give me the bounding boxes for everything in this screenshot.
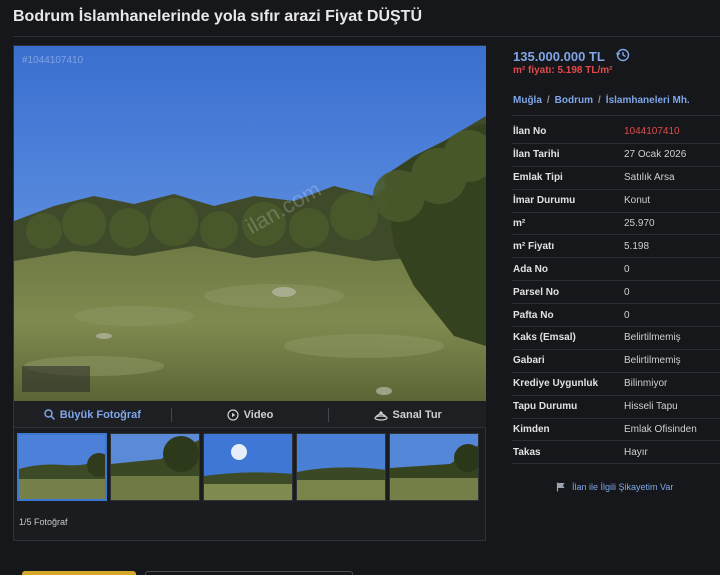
thumbnail-4[interactable] bbox=[296, 433, 386, 501]
thumbnail-1[interactable] bbox=[17, 433, 107, 501]
detail-row-parcel-no: Parsel No 0 bbox=[512, 281, 720, 305]
detail-row-block-no: Ada No 0 bbox=[512, 258, 720, 282]
360-tour-icon bbox=[373, 410, 388, 421]
virtual-tour-button[interactable]: Sanal Tur bbox=[329, 402, 486, 427]
breadcrumb-district[interactable]: Bodrum bbox=[555, 95, 593, 106]
video-button[interactable]: Video bbox=[172, 402, 329, 427]
photo-id-watermark: #1044107410 bbox=[22, 55, 84, 66]
large-photo-button[interactable]: Büyük Fotoğraf bbox=[14, 402, 171, 427]
bottom-tab[interactable] bbox=[145, 571, 353, 575]
detail-row-price-per-m2: m² Fiyatı 5.198 bbox=[512, 235, 720, 259]
unit-price: m² fiyatı: 5.198 TL/m² bbox=[513, 65, 613, 76]
breadcrumb-neighborhood[interactable]: İslamhaneleri Mh. bbox=[606, 95, 690, 106]
detail-row-title-deed: Tapu Durumu Hisseli Tapu bbox=[512, 396, 720, 419]
play-circle-icon bbox=[227, 408, 239, 421]
photo-gallery: ilan.com #1044107410 Büyük Fotoğraf Vide… bbox=[13, 45, 486, 541]
thumbnail-3[interactable] bbox=[203, 433, 293, 501]
listing-title: Bodrum İslamhanelerinde yola sıfır arazi… bbox=[13, 8, 422, 25]
detail-row-sheet-no: Pafta No 0 bbox=[512, 304, 720, 328]
magnifier-icon bbox=[43, 409, 55, 420]
detail-row-area: m² 25.970 bbox=[512, 213, 720, 236]
detail-row-height-limit: Gabari Belirtilmemiş bbox=[512, 350, 720, 373]
detail-row-swap: Takas Hayır bbox=[512, 441, 720, 465]
large-photo-label: Büyük Fotoğraf bbox=[59, 408, 141, 421]
report-listing-link[interactable]: İlan ile İlgili Şikayetim Var bbox=[556, 482, 673, 492]
breadcrumb-city[interactable]: Muğla bbox=[513, 95, 542, 106]
location-breadcrumb: Muğla / Bodrum / İslamhaneleri Mh. bbox=[513, 95, 690, 106]
virtual-tour-label: Sanal Tur bbox=[392, 408, 442, 421]
thumbnail-2[interactable] bbox=[110, 433, 200, 501]
bottom-tab-active[interactable] bbox=[22, 571, 136, 575]
thumbnail-5[interactable] bbox=[389, 433, 479, 501]
landscape-photo: ilan.com bbox=[14, 46, 486, 401]
detail-row-zoning: İmar Durumu Konut bbox=[512, 190, 720, 213]
video-label: Video bbox=[243, 408, 274, 421]
detail-row-seller: Kimden Emlak Ofisinden bbox=[512, 419, 720, 442]
listing-number: 1044107410 bbox=[624, 126, 680, 138]
report-listing-label: İlan ile İlgili Şikayetim Var bbox=[572, 482, 674, 492]
detail-row-listing-no: İlan No 1044107410 bbox=[512, 121, 720, 144]
detail-row-floor-area-ratio: Kaks (Emsal) Belirtilmemiş bbox=[512, 327, 720, 350]
thumbnail-strip bbox=[17, 433, 479, 501]
detail-row-listing-date: İlan Tarihi 27 Ocak 2026 bbox=[512, 144, 720, 167]
detail-row-credit-eligibility: Krediye Uygunluk Bilinmiyor bbox=[512, 373, 720, 396]
main-photo[interactable]: ilan.com #1044107410 bbox=[14, 46, 486, 401]
listing-details-table: İlan No 1044107410 İlan Tarihi 27 Ocak 202… bbox=[512, 121, 720, 465]
agency-logo-watermark bbox=[22, 366, 90, 392]
breadcrumb-divider bbox=[512, 115, 720, 116]
price-history-icon[interactable] bbox=[616, 48, 630, 62]
flag-icon bbox=[556, 482, 565, 492]
title-divider bbox=[13, 36, 720, 37]
listing-price: 135.000.000 TL bbox=[513, 49, 605, 64]
media-toolbar: Büyük Fotoğraf Video Sanal Tur bbox=[14, 402, 486, 428]
photo-counter: 1/5 Fotoğraf bbox=[19, 517, 68, 527]
detail-row-property-type: Emlak Tipi Satılık Arsa bbox=[512, 167, 720, 190]
